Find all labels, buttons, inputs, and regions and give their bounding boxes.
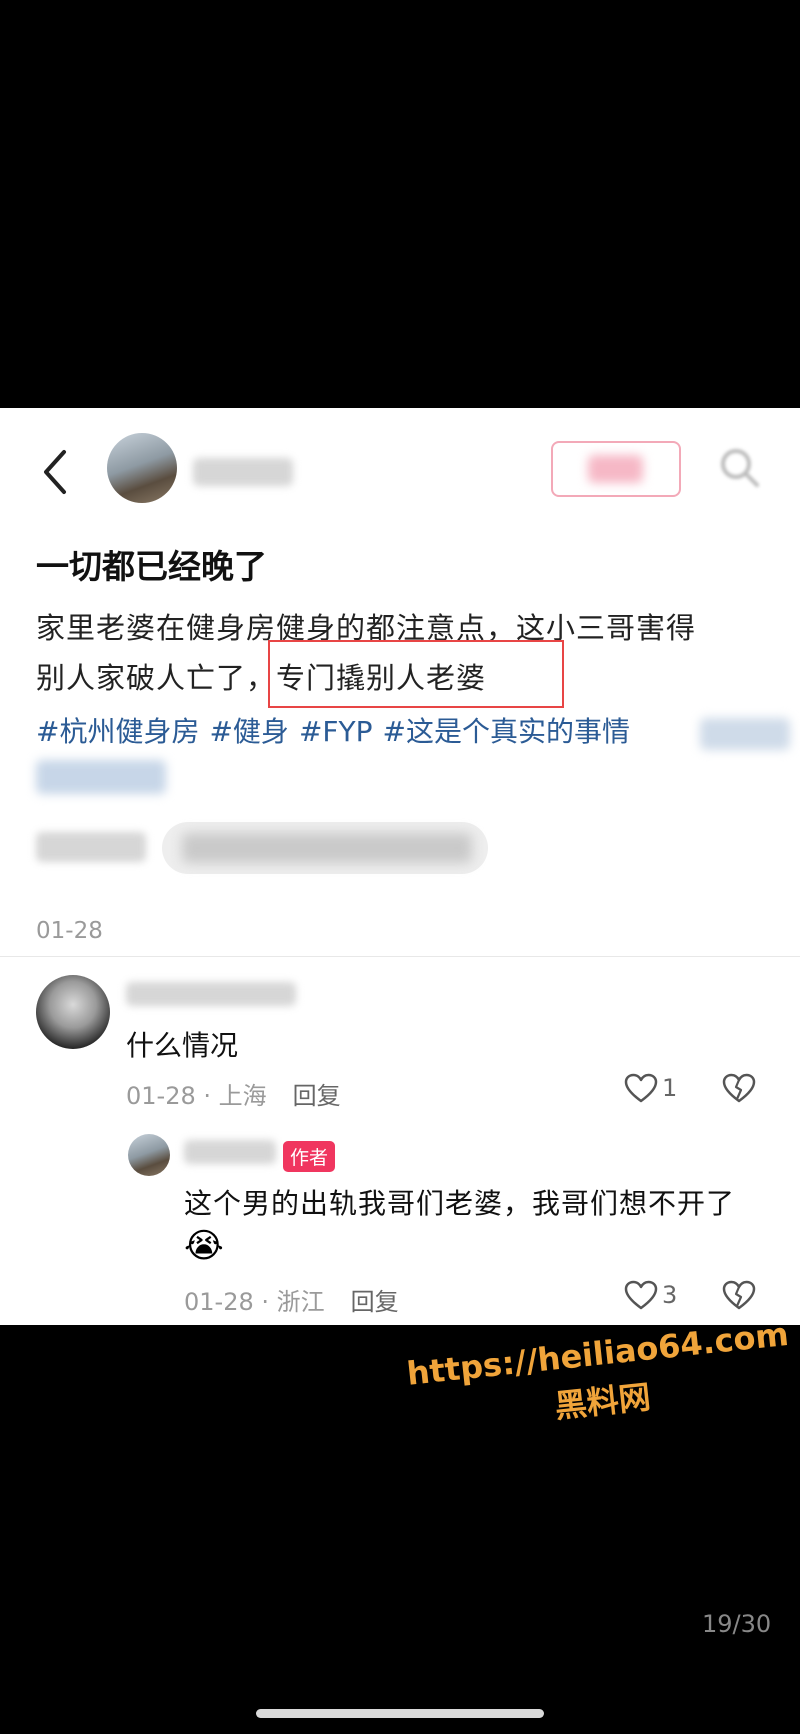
author-reply-name-blurred[interactable] — [184, 1140, 276, 1164]
page-indicator: 19/30 — [702, 1610, 772, 1638]
heart-icon — [624, 1073, 658, 1103]
divider — [0, 956, 800, 957]
commenter-avatar[interactable] — [36, 975, 110, 1049]
comment-meta: 01-28 · 浙江 回复 — [184, 1288, 399, 1316]
like-count: 3 — [662, 1281, 678, 1309]
hashtag-blurred[interactable] — [36, 760, 166, 794]
author-reply-avatar[interactable] — [128, 1134, 170, 1176]
like-button[interactable]: 1 — [624, 1073, 677, 1103]
hashtag[interactable]: #这是个真实的事情 — [383, 715, 630, 748]
broken-heart-icon[interactable] — [722, 1073, 756, 1103]
music-pill-blurred[interactable] — [162, 822, 488, 874]
author-username-blurred[interactable] — [193, 458, 293, 486]
like-count: 1 — [662, 1074, 678, 1102]
music-label-blurred — [36, 832, 146, 862]
search-icon[interactable] — [718, 446, 760, 488]
like-button[interactable]: 3 — [624, 1280, 677, 1310]
post-date: 01-28 — [36, 918, 103, 944]
comment-date: 01-28 — [126, 1082, 196, 1110]
crying-emoji: 😭 — [184, 1226, 224, 1266]
comment-text: 什么情况 — [126, 1029, 239, 1062]
post-title: 一切都已经晚了 — [36, 547, 267, 586]
hashtag[interactable]: #杭州健身房 — [36, 715, 199, 748]
comment-location: 浙江 — [276, 1288, 325, 1316]
comment-location: 上海 — [218, 1082, 267, 1110]
follow-button[interactable] — [551, 441, 681, 497]
hashtag-list: #杭州健身房 #健身 #FYP #这是个真实的事情 — [36, 710, 640, 750]
commenter-name-blurred[interactable] — [126, 982, 296, 1006]
author-badge: 作者 — [283, 1141, 336, 1172]
highlight-box — [268, 640, 564, 708]
watermark: https://heiliao64.com 黑料网 — [405, 1315, 796, 1443]
comment-date: 01-28 — [184, 1288, 254, 1316]
comment-meta: 01-28 · 上海 回复 — [126, 1082, 341, 1110]
heart-icon — [624, 1280, 658, 1310]
reply-button[interactable]: 回复 — [293, 1082, 341, 1110]
comment-text: 这个男的出轨我哥们老婆，我哥们想不开了 — [184, 1187, 736, 1220]
hashtag[interactable]: #健身 — [209, 715, 288, 748]
broken-heart-icon[interactable] — [722, 1280, 756, 1310]
post-body-prefix: 别人家破人亡了， — [36, 661, 277, 695]
back-icon[interactable] — [40, 448, 70, 496]
author-avatar[interactable] — [107, 433, 177, 503]
hashtag[interactable]: #FYP — [299, 715, 373, 748]
reply-button[interactable]: 回复 — [351, 1288, 399, 1316]
hashtag-blurred[interactable] — [700, 718, 790, 750]
home-indicator[interactable] — [256, 1709, 544, 1718]
